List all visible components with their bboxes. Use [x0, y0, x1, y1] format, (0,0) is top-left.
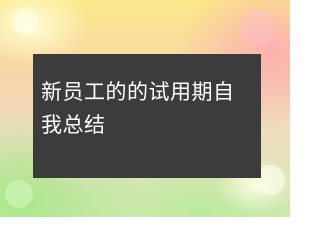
bokeh-light: [5, 180, 33, 208]
bokeh-light: [240, 10, 276, 46]
bokeh-light: [12, 8, 38, 34]
title-card: 新员工的的试用期自我总结: [33, 54, 261, 178]
page-title: 新员工的的试用期自我总结: [41, 80, 235, 137]
